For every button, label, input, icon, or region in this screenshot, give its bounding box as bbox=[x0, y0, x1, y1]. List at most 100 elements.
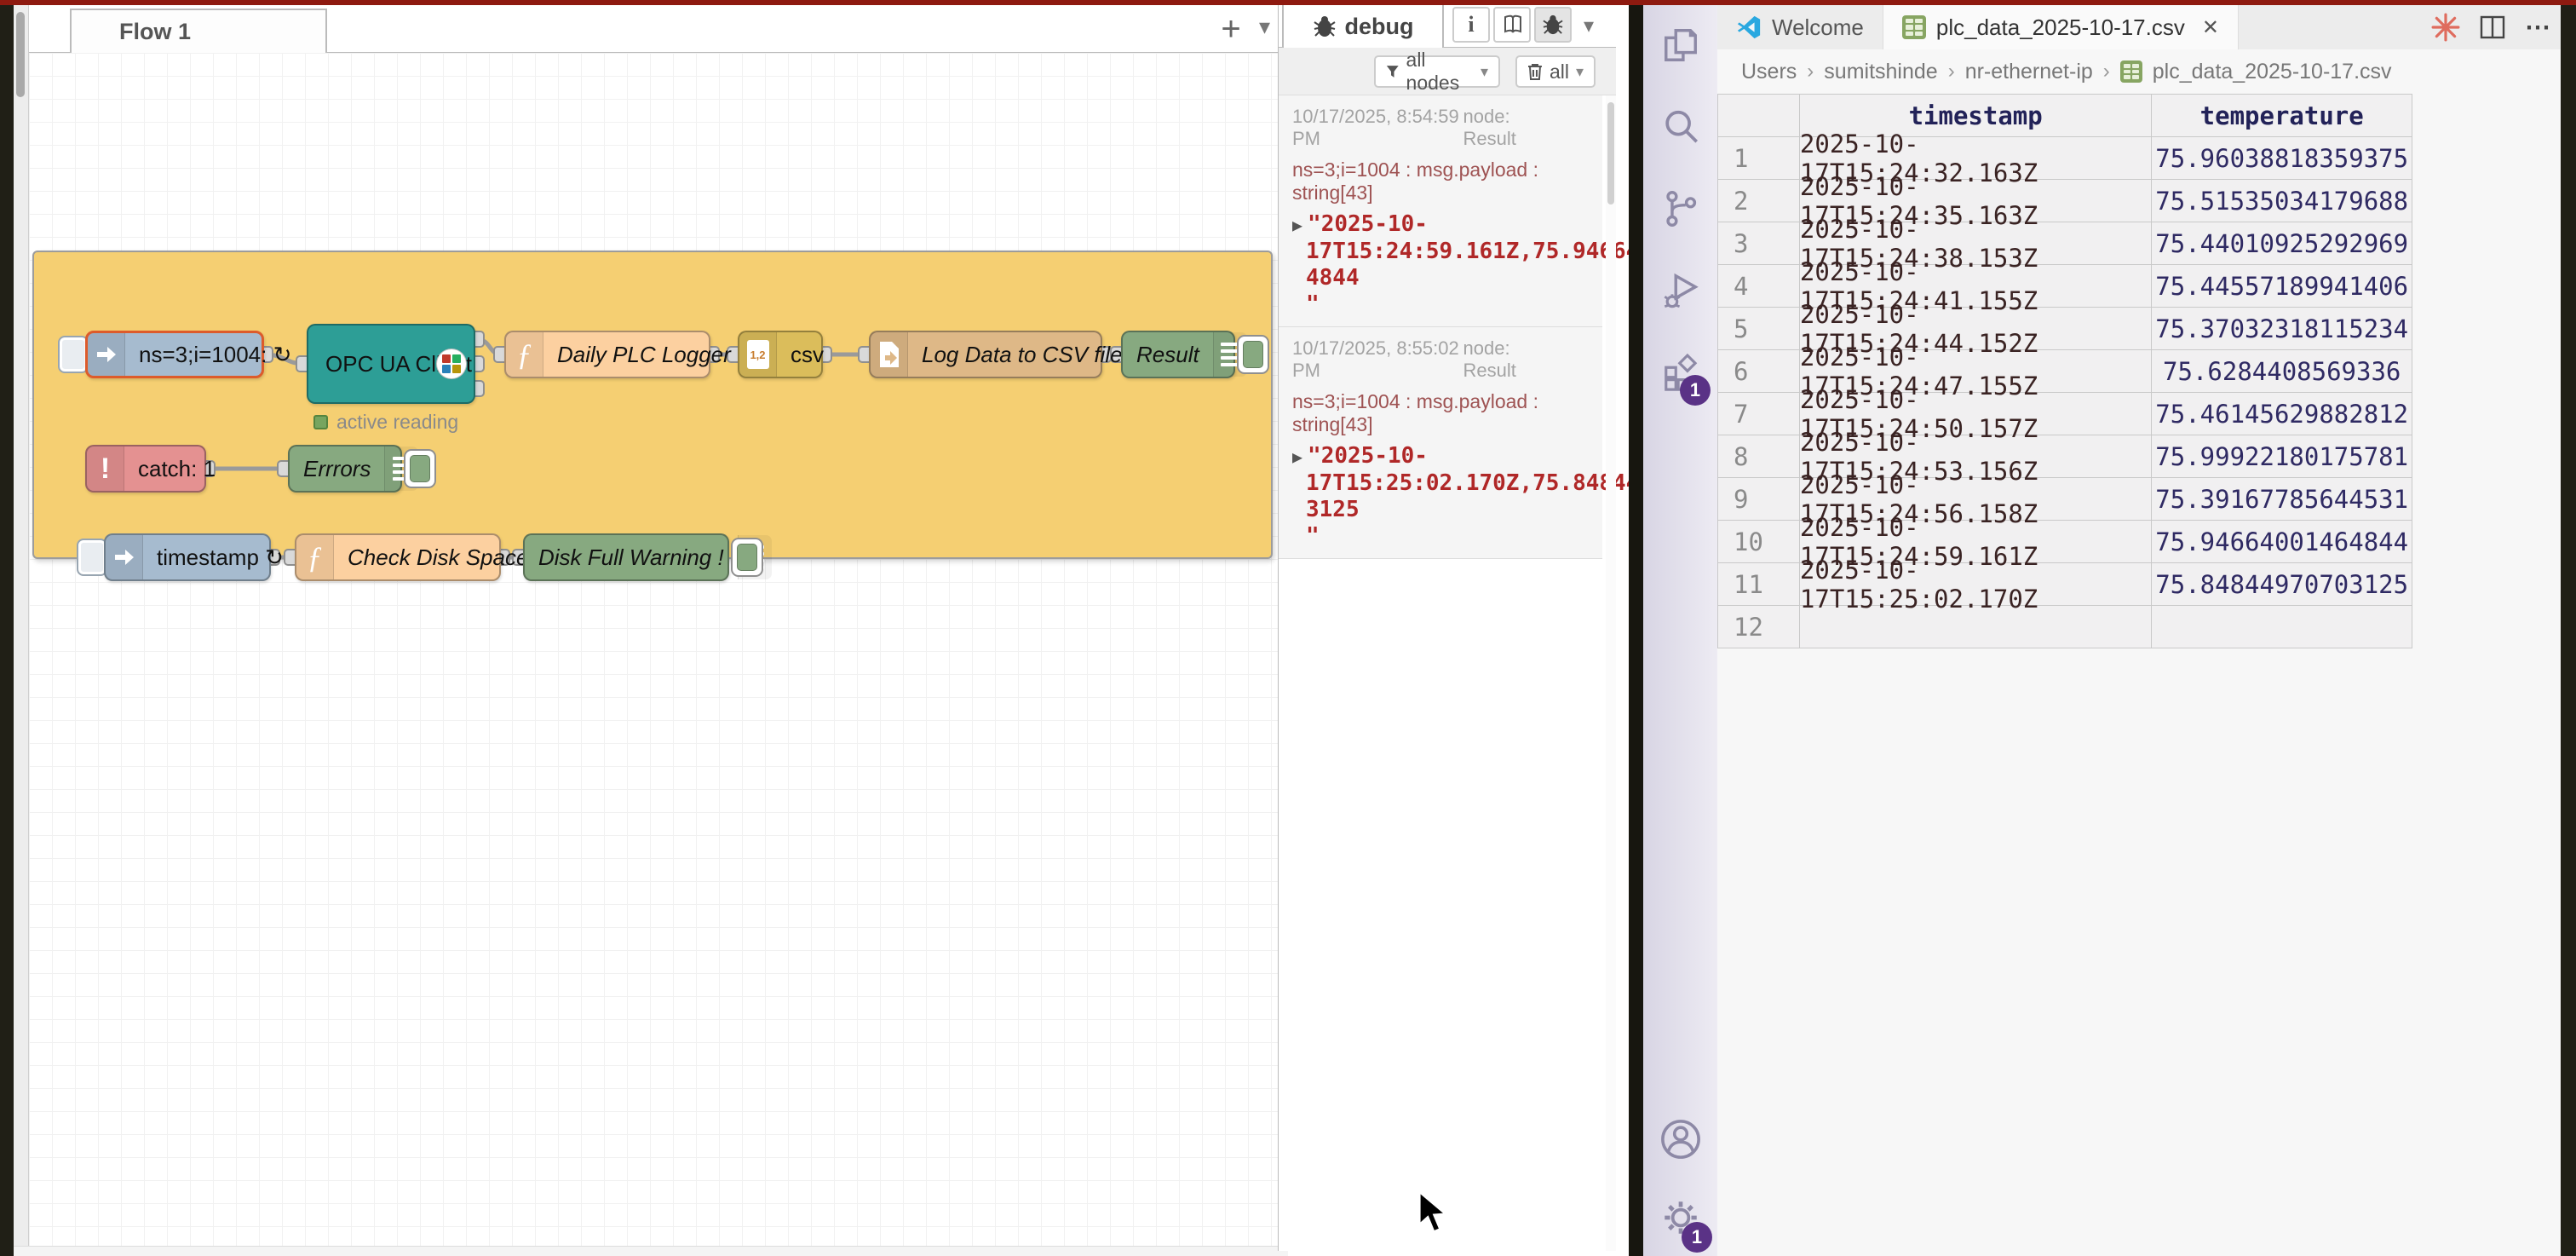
debug-filter-button[interactable] bbox=[1534, 7, 1572, 43]
breadcrumb-item[interactable]: nr-ethernet-ip bbox=[1965, 60, 2093, 84]
funnel-icon bbox=[1386, 64, 1400, 79]
flow-list-caret-icon[interactable]: ▾ bbox=[1259, 14, 1270, 40]
book-icon bbox=[1502, 14, 1522, 35]
tab-label: plc_data_2025-10-17.csv bbox=[1936, 14, 2185, 41]
row-number: 3 bbox=[1718, 222, 1800, 265]
debug-node-errors[interactable]: Errrors bbox=[288, 445, 402, 493]
debug-toggle-button[interactable] bbox=[731, 538, 763, 577]
debug-message-payload[interactable]: ▶"2025-10-17T15:25:02.170Z,75.8484497070… bbox=[1292, 443, 1590, 550]
row-number: 11 bbox=[1718, 563, 1800, 606]
cell-temperature[interactable]: 75.46145629882812 bbox=[2152, 393, 2412, 435]
sidebar-menu-caret-icon[interactable]: ▾ bbox=[1584, 14, 1594, 38]
debug-message[interactable]: 10/17/2025, 8:55:02 PMnode: Resultns=3;i… bbox=[1279, 327, 1602, 559]
expand-payload-icon[interactable]: ▶ bbox=[1292, 447, 1302, 467]
node-label: Log Data to CSV file bbox=[908, 342, 1136, 368]
search-icon[interactable] bbox=[1643, 97, 1717, 157]
file-out-icon bbox=[871, 332, 908, 377]
opcua-client-node[interactable]: OPC UA Client bbox=[307, 324, 475, 404]
tab-debug[interactable]: debug bbox=[1282, 3, 1444, 48]
breadcrumb[interactable]: Users › sumitshinde › nr-ethernet-ip › p… bbox=[1717, 49, 2561, 94]
cell-temperature[interactable]: 75.39167785644531 bbox=[2152, 478, 2412, 521]
col-header-temperature: temperature bbox=[2152, 95, 2412, 137]
status-dot-icon bbox=[313, 415, 328, 429]
tab-welcome[interactable]: Welcome bbox=[1717, 5, 1883, 49]
debug-node-result[interactable]: Result bbox=[1121, 331, 1235, 378]
run-debug-icon[interactable] bbox=[1643, 261, 1717, 320]
chevron-right-icon: › bbox=[1807, 60, 1814, 84]
tab-flow-1[interactable]: Flow 1 bbox=[70, 9, 327, 53]
catch-node[interactable]: ! catch: 1 bbox=[85, 445, 206, 493]
settings-badge: 1 bbox=[1682, 1222, 1712, 1253]
info-button[interactable]: i bbox=[1452, 7, 1490, 43]
node-label: csv bbox=[777, 342, 837, 368]
node-label: Result bbox=[1123, 342, 1213, 368]
spreadsheet-icon bbox=[2120, 60, 2142, 83]
debug-message-time: 10/17/2025, 8:55:02 PM bbox=[1292, 337, 1463, 382]
source-control-icon[interactable] bbox=[1643, 179, 1717, 239]
cell-temperature[interactable]: 75.44557189941406 bbox=[2152, 265, 2412, 308]
debug-message-node: node: Result bbox=[1463, 106, 1553, 150]
cell-temperature[interactable]: 75.51535034179688 bbox=[2152, 180, 2412, 222]
cell-temperature[interactable]: 75.44010925292969 bbox=[2152, 222, 2412, 265]
csv-node[interactable]: 1,2 csv bbox=[738, 331, 823, 378]
breadcrumb-item[interactable]: Users bbox=[1741, 60, 1797, 84]
add-flow-button[interactable]: + bbox=[1211, 10, 1251, 48]
cell-temperature[interactable] bbox=[2152, 606, 2412, 648]
debug-node-disk-full[interactable]: Disk Full Warning ! bbox=[523, 533, 729, 581]
debug-filterbar: all nodes ▾ all ▾ bbox=[1279, 48, 1616, 95]
settings-gear-icon[interactable]: 1 bbox=[1643, 1188, 1717, 1247]
node-label: timestamp ↻ bbox=[143, 544, 297, 571]
table-row[interactable]: 112025-10-17T15:25:02.170Z75.84844970703… bbox=[1718, 563, 2412, 606]
close-tab-icon[interactable]: ✕ bbox=[2202, 15, 2219, 40]
cell-temperature[interactable]: 75.84844970703125 bbox=[2152, 563, 2412, 606]
flow-canvas[interactable] bbox=[29, 53, 1278, 1246]
split-editor-icon[interactable] bbox=[2479, 14, 2506, 41]
inject-button[interactable] bbox=[58, 336, 89, 373]
vscode-window: 1 1 Welcome plc_data_2025-10-17.csv ✕ bbox=[1643, 5, 2561, 1256]
extension-starburst-icon[interactable] bbox=[2431, 13, 2460, 42]
debug-toggle-button[interactable] bbox=[404, 449, 436, 488]
explorer-icon[interactable] bbox=[1643, 15, 1717, 75]
more-actions-icon[interactable]: ⋯ bbox=[2525, 13, 2552, 43]
cell-temperature[interactable]: 75.6284408569336 bbox=[2152, 350, 2412, 393]
breadcrumb-item-file[interactable]: plc_data_2025-10-17.csv bbox=[2153, 60, 2392, 84]
editor-area: Welcome plc_data_2025-10-17.csv ✕ ⋯ User… bbox=[1717, 5, 2561, 1256]
expand-payload-icon[interactable]: ▶ bbox=[1292, 215, 1302, 235]
cell-temperature[interactable]: 75.99922180175781 bbox=[2152, 435, 2412, 478]
debug-toggle-button[interactable] bbox=[1237, 335, 1269, 374]
table-row[interactable]: 12 bbox=[1718, 606, 2412, 648]
clear-messages-button[interactable]: all ▾ bbox=[1515, 55, 1596, 88]
flow-group[interactable] bbox=[32, 251, 1273, 559]
desktop: Flow 1 + ▾ bbox=[0, 0, 2576, 1256]
debug-message-node: node: Result bbox=[1463, 337, 1553, 382]
filter-nodes-button[interactable]: all nodes ▾ bbox=[1374, 55, 1500, 88]
canvas-hscrollbar[interactable] bbox=[14, 1246, 1288, 1256]
account-icon[interactable] bbox=[1643, 1109, 1717, 1169]
debug-message-list: 10/17/2025, 8:54:59 PMnode: Resultns=3;i… bbox=[1279, 95, 1602, 559]
inject-button[interactable] bbox=[77, 539, 107, 576]
function-icon: ƒ bbox=[296, 535, 334, 579]
row-number: 2 bbox=[1718, 180, 1800, 222]
cell-temperature[interactable]: 75.96038818359375 bbox=[2152, 137, 2412, 180]
function-node-check-disk[interactable]: ƒ Check Disk Space bbox=[295, 533, 501, 581]
cell-timestamp[interactable]: 2025-10-17T15:25:02.170Z bbox=[1800, 563, 2152, 606]
help-button[interactable] bbox=[1493, 7, 1531, 43]
inject-node-timestamp[interactable]: timestamp ↻ bbox=[104, 533, 271, 581]
debug-message[interactable]: 10/17/2025, 8:54:59 PMnode: Resultns=3;i… bbox=[1279, 95, 1602, 327]
bug-icon bbox=[1542, 14, 1564, 35]
inject-arrow-icon bbox=[88, 333, 125, 376]
bug-icon bbox=[1313, 15, 1337, 37]
breadcrumb-item[interactable]: sumitshinde bbox=[1824, 60, 1937, 84]
debug-scrollbar[interactable] bbox=[1606, 95, 1616, 1251]
cell-timestamp[interactable] bbox=[1800, 606, 2152, 648]
debug-message-payload[interactable]: ▶"2025-10-17T15:24:59.161Z,75.9466400146… bbox=[1292, 211, 1590, 318]
tab-csv-file[interactable]: plc_data_2025-10-17.csv ✕ bbox=[1883, 5, 2239, 49]
palette-scrollbar-thumb[interactable] bbox=[16, 12, 25, 97]
function-node-daily-plc-logger[interactable]: ƒ Daily PLC Logger bbox=[504, 331, 710, 378]
inject-node-plc[interactable]: ns=3;i=1004: ↻ bbox=[85, 331, 264, 378]
cell-temperature[interactable]: 75.37032318115234 bbox=[2152, 308, 2412, 350]
file-node-log-data[interactable]: Log Data to CSV file bbox=[869, 331, 1102, 378]
extensions-icon[interactable]: 1 bbox=[1643, 343, 1717, 402]
cell-temperature[interactable]: 75.94664001464844 bbox=[2152, 521, 2412, 563]
palette-scrollbar[interactable] bbox=[14, 5, 29, 1256]
